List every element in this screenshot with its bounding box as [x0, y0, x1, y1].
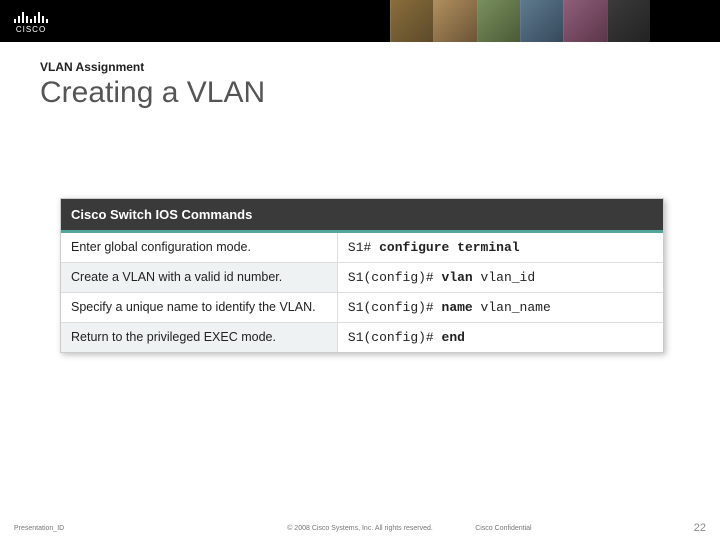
command-keyword: end — [442, 330, 465, 345]
command-arg: vlan_name — [481, 300, 551, 315]
row-description: Enter global configuration mode. — [61, 233, 338, 262]
footer-confidential: Cisco Confidential — [475, 525, 531, 532]
command-arg: vlan_id — [481, 270, 536, 285]
cisco-logo: CISCO — [14, 9, 48, 34]
footer-copyright: © 2008 Cisco Systems, Inc. All rights re… — [287, 525, 433, 532]
table-row: Return to the privileged EXEC mode. S1(c… — [61, 323, 663, 352]
cisco-logo-bars-icon — [14, 9, 48, 23]
slide-title: Creating a VLAN — [40, 76, 684, 110]
command-prompt: S1(config)# — [348, 270, 442, 285]
row-description: Create a VLAN with a valid id number. — [61, 263, 338, 292]
content-area: VLAN Assignment Creating a VLAN Cisco Sw… — [0, 42, 720, 353]
footer-presentation-id: Presentation_ID — [14, 525, 64, 532]
row-description: Return to the privileged EXEC mode. — [61, 323, 338, 352]
command-prompt: S1(config)# — [348, 330, 442, 345]
table-header: Cisco Switch IOS Commands — [61, 199, 663, 233]
row-command: S1(config)# vlan vlan_id — [338, 263, 663, 292]
slide-footer: Presentation_ID © 2008 Cisco Systems, In… — [0, 522, 720, 534]
command-keyword: vlan — [442, 270, 481, 285]
commands-table: Cisco Switch IOS Commands Enter global c… — [60, 198, 664, 353]
table-row: Create a VLAN with a valid id number. S1… — [61, 263, 663, 293]
header-collage-image — [390, 0, 650, 42]
row-command: S1(config)# end — [338, 323, 663, 352]
row-description: Specify a unique name to identify the VL… — [61, 293, 338, 322]
table-row: Specify a unique name to identify the VL… — [61, 293, 663, 323]
footer-page-number: 22 — [694, 522, 706, 534]
slide-pretitle: VLAN Assignment — [40, 60, 684, 74]
command-prompt: S1# — [348, 240, 379, 255]
command-keyword: name — [442, 300, 481, 315]
row-command: S1# configure terminal — [338, 233, 663, 262]
command-keyword: configure terminal — [379, 240, 519, 255]
table-row: Enter global configuration mode. S1# con… — [61, 233, 663, 263]
header-band: CISCO — [0, 0, 720, 42]
row-command: S1(config)# name vlan_name — [338, 293, 663, 322]
command-prompt: S1(config)# — [348, 300, 442, 315]
cisco-logo-text: CISCO — [16, 25, 46, 34]
